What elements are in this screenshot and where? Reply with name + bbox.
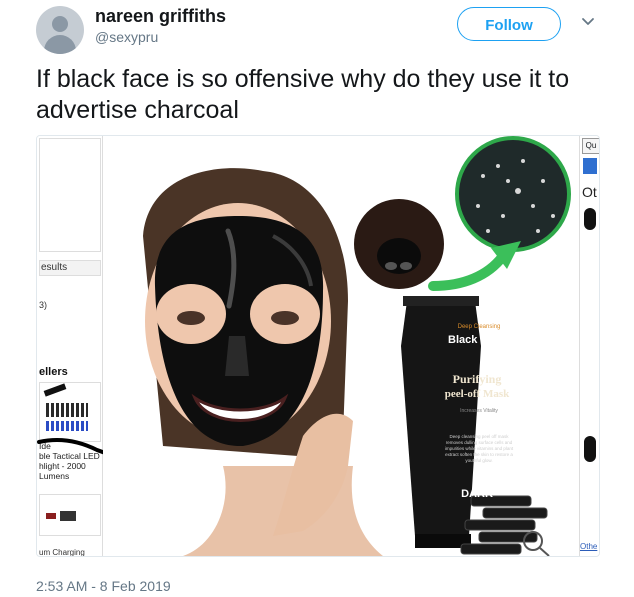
follow-button[interactable]: Follow [457, 7, 561, 41]
tube-name: Black Mask [448, 334, 508, 346]
cart-icon [583, 158, 597, 174]
top-fragment: Qu [582, 138, 599, 154]
tube-description: Deep cleansing peel off mask removes dul… [444, 434, 514, 463]
flashlight-set-icon [46, 403, 88, 417]
accessory-icon [46, 513, 56, 519]
sidebar-results-bar: esults [39, 260, 101, 276]
flashlight-icon [43, 383, 67, 397]
chevron-down-icon[interactable] [580, 14, 596, 30]
tweet-text: If black face is so offensive why do the… [36, 65, 570, 124]
tube-line2: peel-off Mask [444, 388, 510, 400]
tweet-header: nareen griffiths @sexypru Follow [0, 0, 634, 60]
battery-set-icon [46, 421, 88, 431]
right-sidebar-fragment: Qu Ot Othe [579, 136, 599, 556]
results-label: esults [41, 262, 68, 273]
tube-tag: Deep Cleansing [457, 324, 501, 330]
avatar-head [52, 16, 68, 32]
mid-fragment: Ot [582, 184, 597, 200]
sellers-label: ellers [39, 366, 68, 378]
product-line: hlight - 2000 [39, 461, 86, 471]
mask-thumb[interactable] [584, 208, 596, 230]
user-name[interactable]: nareen griffiths [95, 6, 226, 27]
left-sidebar-fragment: esults 3) ellers Ide ble Tactical LED hl… [37, 136, 127, 557]
tube-variant: DARK [461, 488, 493, 500]
tube-line1: Purifying [452, 372, 502, 386]
avatar-body [44, 35, 76, 54]
accessory-icon [60, 511, 76, 521]
results-count: 3) [39, 300, 48, 310]
user-handle[interactable]: @sexypru [95, 29, 158, 45]
accessory-thumb[interactable] [39, 494, 101, 536]
sidebar-box [39, 138, 101, 252]
product-line: Lumens [39, 471, 70, 481]
avatar[interactable] [36, 6, 84, 54]
other-link[interactable]: Othe [580, 542, 597, 551]
bottom-label: um Charging [39, 548, 85, 557]
tweet-timestamp[interactable]: 2:53 AM - 8 Feb 2019 [36, 578, 171, 594]
mask-thumb[interactable] [584, 436, 596, 462]
tube-small: Increases Vitality [460, 408, 498, 414]
tweet-image[interactable]: esults 3) ellers Ide ble Tactical LED hl… [36, 135, 600, 557]
